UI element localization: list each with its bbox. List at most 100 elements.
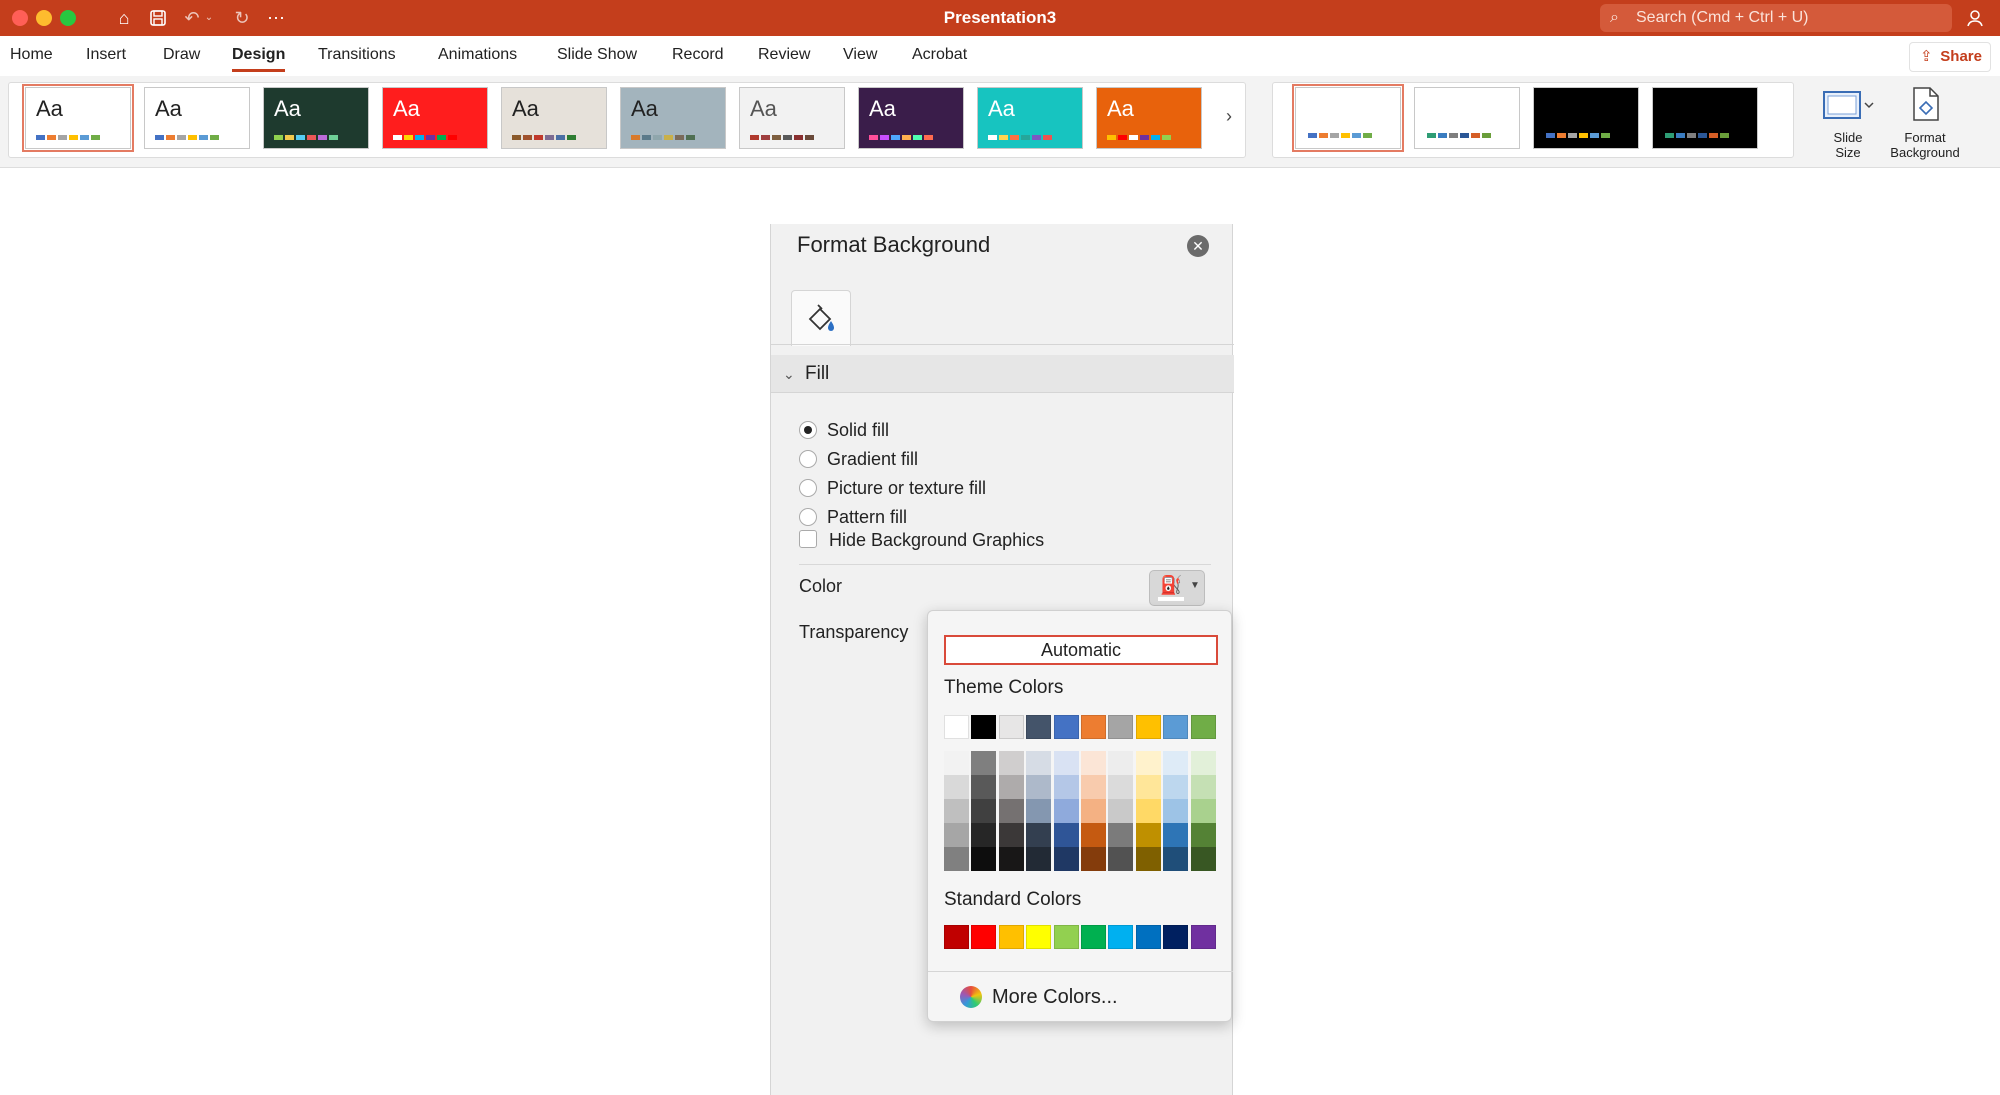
theme-color-swatch[interactable] — [1135, 715, 1161, 739]
standard-color-swatch[interactable] — [1053, 925, 1079, 949]
automatic-color-button[interactable]: Automatic — [944, 635, 1218, 665]
theme-shade-swatch[interactable] — [1108, 847, 1134, 871]
more-icon[interactable]: ⋯ — [262, 6, 290, 30]
standard-color-swatch[interactable] — [1135, 925, 1161, 949]
theme-shade-swatch[interactable] — [1053, 751, 1079, 775]
standard-color-swatch[interactable] — [998, 925, 1024, 949]
theme-color-swatch[interactable] — [971, 715, 997, 739]
theme-color-swatch[interactable] — [1026, 715, 1052, 739]
theme-shade-swatch[interactable] — [944, 847, 969, 871]
theme-shade-swatch[interactable] — [944, 751, 969, 775]
radio-button[interactable] — [799, 479, 817, 497]
theme-shade-swatch[interactable] — [944, 775, 969, 799]
theme-shade-swatch[interactable] — [1081, 799, 1106, 823]
fill-tab[interactable] — [791, 290, 851, 346]
theme-shade-swatch[interactable] — [1190, 823, 1216, 847]
theme-color-swatch[interactable] — [1053, 715, 1079, 739]
share-button[interactable]: ⇪ Share — [1909, 42, 1991, 72]
radio-button[interactable] — [799, 508, 817, 526]
theme-shade-swatch[interactable] — [998, 799, 1024, 823]
theme-color-swatch[interactable] — [998, 715, 1024, 739]
color-picker-button[interactable]: ⛽ ▼ — [1149, 570, 1205, 606]
tab-acrobat[interactable]: Acrobat — [912, 46, 967, 72]
radio-button[interactable] — [799, 450, 817, 468]
minimize-window-button[interactable] — [36, 10, 52, 26]
theme-shade-swatch[interactable] — [998, 823, 1024, 847]
tab-transitions[interactable]: Transitions — [318, 46, 396, 72]
radio-button[interactable] — [799, 421, 817, 439]
tab-animations[interactable]: Animations — [438, 46, 517, 72]
variant-thumbnail[interactable] — [1533, 87, 1639, 149]
theme-shade-swatch[interactable] — [998, 751, 1024, 775]
tab-insert[interactable]: Insert — [86, 46, 126, 72]
theme-thumbnail[interactable]: Aa — [858, 87, 964, 149]
theme-shade-swatch[interactable] — [998, 847, 1024, 871]
theme-color-swatch[interactable] — [1108, 715, 1134, 739]
theme-shade-swatch[interactable] — [944, 823, 969, 847]
theme-color-swatch[interactable] — [1190, 715, 1216, 739]
theme-thumbnail[interactable]: Aa — [382, 87, 488, 149]
theme-color-swatch[interactable] — [1081, 715, 1106, 739]
theme-shade-swatch[interactable] — [1026, 823, 1052, 847]
account-icon[interactable] — [1962, 6, 1990, 30]
standard-color-swatch[interactable] — [1163, 925, 1189, 949]
tab-slide-show[interactable]: Slide Show — [557, 46, 637, 72]
theme-shade-swatch[interactable] — [1190, 847, 1216, 871]
search-input[interactable]: ⌕ Search (Cmd + Ctrl + U) — [1600, 4, 1952, 32]
theme-thumbnail[interactable]: Aa — [144, 87, 250, 149]
home-icon[interactable]: ⌂ — [110, 6, 138, 30]
theme-thumbnail[interactable]: Aa — [620, 87, 726, 149]
theme-thumbnail[interactable]: Aa — [263, 87, 369, 149]
variant-thumbnail[interactable] — [1652, 87, 1758, 149]
theme-shade-swatch[interactable] — [1053, 823, 1079, 847]
standard-color-swatch[interactable] — [1108, 925, 1134, 949]
theme-shade-swatch[interactable] — [1190, 775, 1216, 799]
theme-shade-swatch[interactable] — [1026, 847, 1052, 871]
zoom-window-button[interactable] — [60, 10, 76, 26]
theme-shade-swatch[interactable] — [1108, 799, 1134, 823]
theme-shade-swatch[interactable] — [1163, 847, 1189, 871]
theme-shade-swatch[interactable] — [944, 799, 969, 823]
standard-color-swatch[interactable] — [1081, 925, 1106, 949]
fill-section-header[interactable]: ⌄ Fill — [771, 355, 1234, 393]
theme-shade-swatch[interactable] — [1108, 775, 1134, 799]
theme-shade-swatch[interactable] — [1026, 751, 1052, 775]
variant-thumbnail[interactable] — [1414, 87, 1520, 149]
theme-shade-swatch[interactable] — [1081, 751, 1106, 775]
theme-shade-swatch[interactable] — [971, 823, 997, 847]
slide-size-button[interactable]: Slide Size — [1818, 84, 1884, 162]
theme-shade-swatch[interactable] — [971, 847, 997, 871]
theme-shade-swatch[interactable] — [1163, 751, 1189, 775]
theme-shade-swatch[interactable] — [1135, 751, 1161, 775]
theme-shade-swatch[interactable] — [1081, 775, 1106, 799]
theme-shade-swatch[interactable] — [1108, 823, 1134, 847]
theme-thumbnail[interactable]: Aa — [22, 84, 134, 152]
theme-shade-swatch[interactable] — [1053, 847, 1079, 871]
redo-icon[interactable]: ↻ — [228, 6, 256, 30]
theme-shade-swatch[interactable] — [1190, 799, 1216, 823]
themes-more-arrow[interactable]: › — [1226, 106, 1232, 127]
theme-shade-swatch[interactable] — [1026, 799, 1052, 823]
standard-color-swatch[interactable] — [971, 925, 997, 949]
theme-shade-swatch[interactable] — [1163, 823, 1189, 847]
close-window-button[interactable] — [12, 10, 28, 26]
theme-shade-swatch[interactable] — [971, 775, 997, 799]
close-pane-button[interactable]: ✕ — [1187, 235, 1209, 257]
tab-view[interactable]: View — [843, 46, 877, 72]
tab-review[interactable]: Review — [758, 46, 810, 72]
theme-shade-swatch[interactable] — [1053, 799, 1079, 823]
theme-shade-swatch[interactable] — [1163, 799, 1189, 823]
chevron-down-icon[interactable]: ⌄ — [202, 6, 216, 30]
theme-thumbnail[interactable]: Aa — [1096, 87, 1202, 149]
format-background-button[interactable]: Format Background — [1884, 84, 1966, 162]
variant-thumbnail[interactable] — [1292, 84, 1404, 152]
tab-record[interactable]: Record — [672, 46, 724, 72]
theme-thumbnail[interactable]: Aa — [501, 87, 607, 149]
checkbox-box[interactable] — [799, 530, 817, 548]
theme-shade-swatch[interactable] — [1135, 847, 1161, 871]
theme-shade-swatch[interactable] — [971, 751, 997, 775]
theme-shade-swatch[interactable] — [1163, 775, 1189, 799]
standard-color-swatch[interactable] — [1026, 925, 1052, 949]
tab-draw[interactable]: Draw — [163, 46, 200, 72]
tab-home[interactable]: Home — [10, 46, 53, 72]
